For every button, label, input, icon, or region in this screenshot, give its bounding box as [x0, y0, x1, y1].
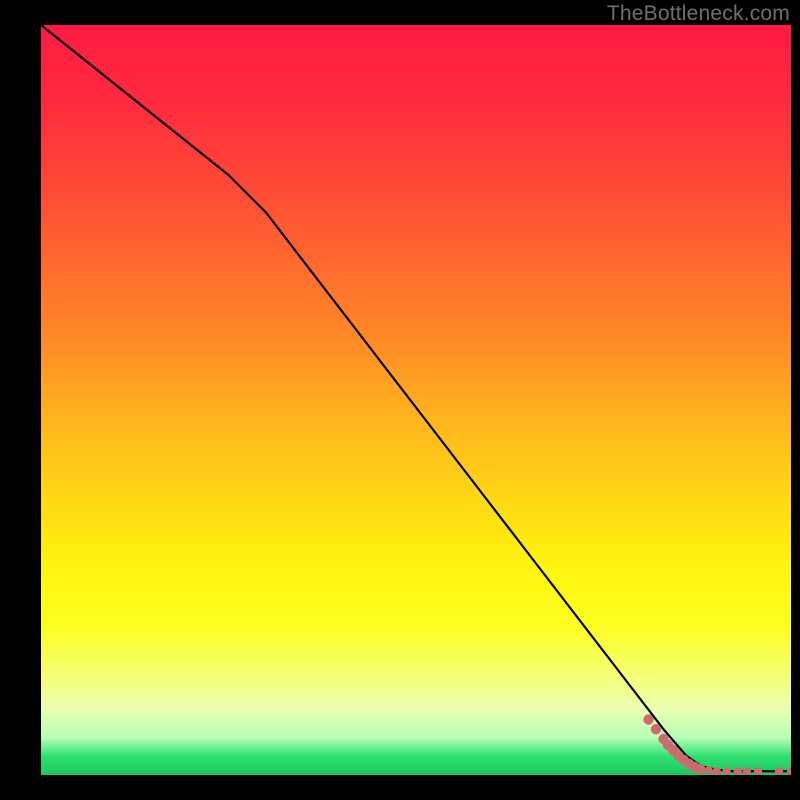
tail-markers: [643, 714, 791, 775]
plot-area: [41, 25, 791, 775]
tail-marker: [734, 767, 742, 775]
tail-marker: [704, 766, 712, 774]
tail-marker: [722, 767, 730, 775]
tail-marker: [651, 724, 661, 734]
chart-stage: TheBottleneck.com: [0, 0, 800, 800]
tail-marker: [643, 714, 653, 724]
chart-svg: [41, 25, 791, 775]
tail-marker: [695, 764, 705, 774]
tail-marker: [754, 767, 762, 775]
tail-marker: [743, 767, 751, 775]
tail-marker: [787, 767, 791, 775]
tail-marker: [775, 767, 783, 775]
curve-line: [41, 25, 791, 771]
watermark-text: TheBottleneck.com: [607, 2, 790, 26]
